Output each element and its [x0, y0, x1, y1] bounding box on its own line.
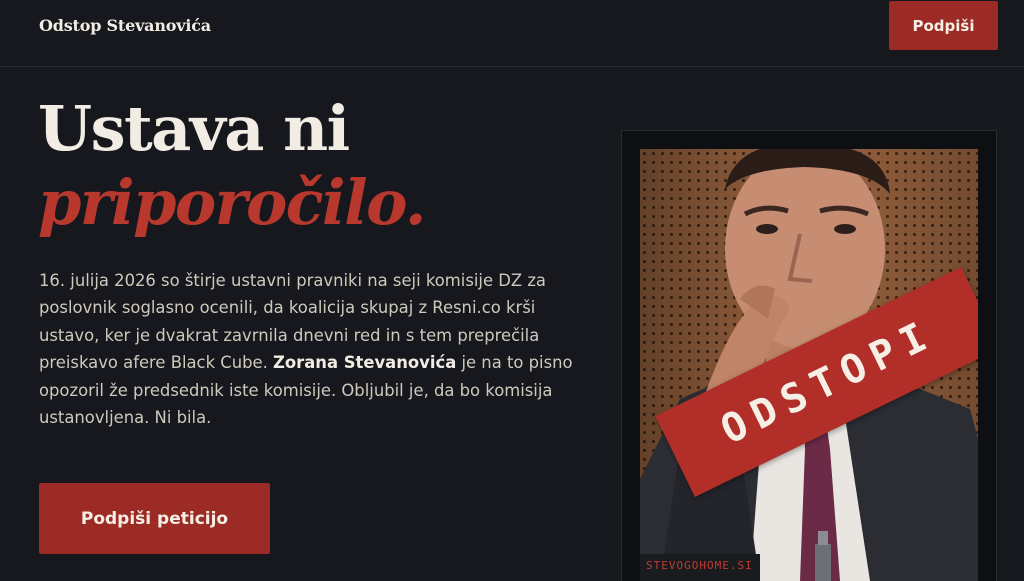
poster-url-label: STEVOGOHOME.SI	[640, 554, 760, 581]
campaign-poster-image: ODSTOPI STEVOGOHOME.SI	[640, 149, 978, 581]
headline-line-1: Ustava ni	[38, 92, 350, 165]
header-sign-button[interactable]: Podpiši	[889, 1, 998, 50]
hero-description: 16. julija 2026 so štirje ustavni pravni…	[39, 267, 584, 431]
hero-headline: Ustava ni priporočilo.	[38, 92, 427, 240]
top-navigation-bar: Odstop Stevanovića Podpiši	[0, 0, 1024, 67]
description-bold-name: Zorana Stevanovića	[273, 353, 457, 373]
site-brand[interactable]: Odstop Stevanovića	[39, 16, 211, 35]
headline-line-2: priporočilo.	[38, 166, 427, 239]
sign-petition-button[interactable]: Podpiši peticijo	[39, 483, 270, 554]
